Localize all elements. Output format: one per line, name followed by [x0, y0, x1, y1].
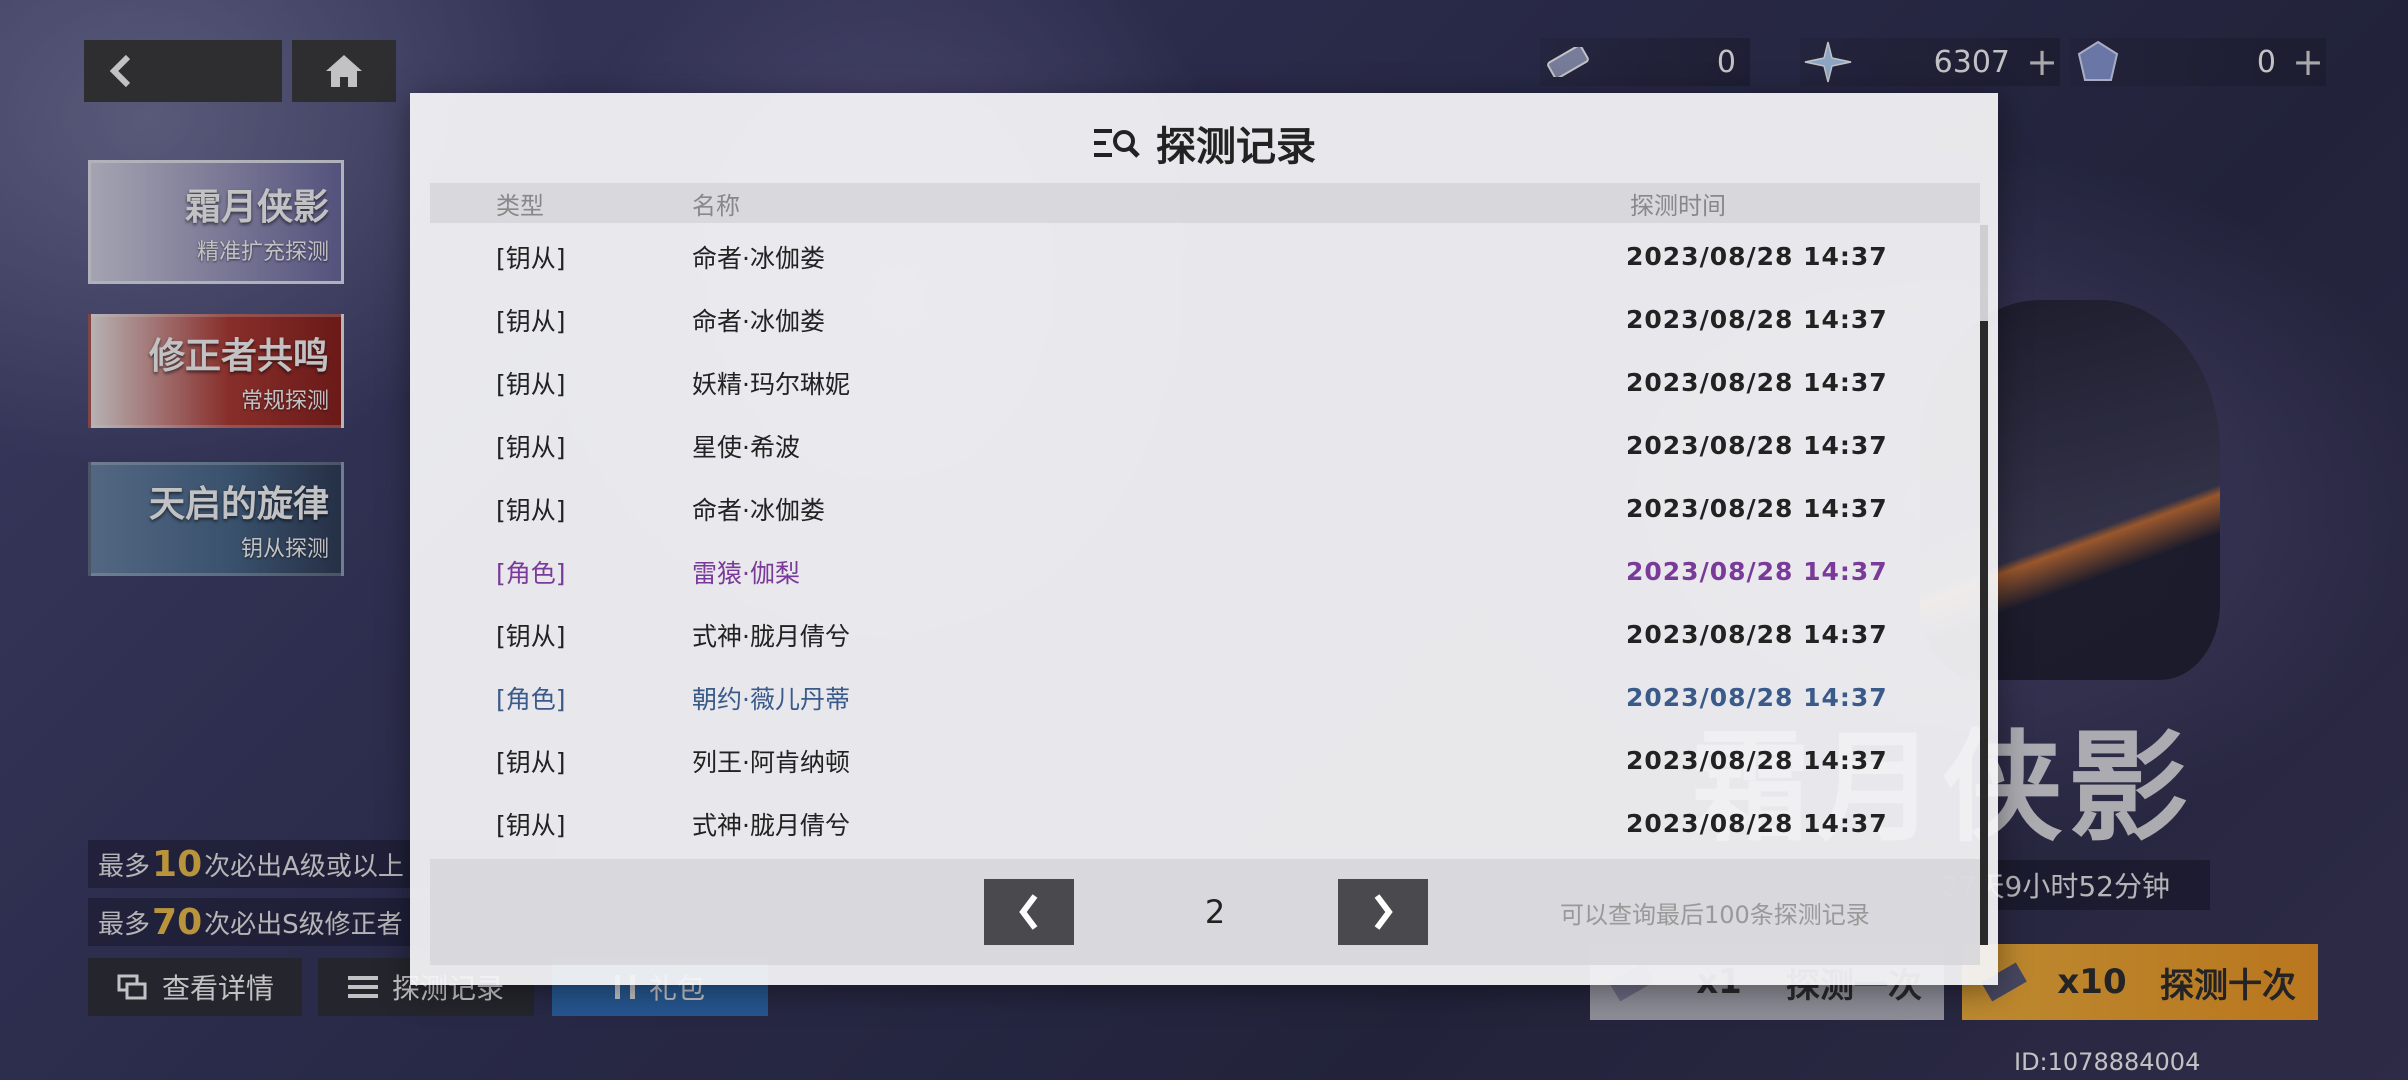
next-page-button[interactable]: [1338, 879, 1428, 945]
search-list-icon: [1094, 129, 1140, 158]
table-row: [角色] 雷猿·伽梨 2023/08/28 14:37: [496, 557, 1888, 588]
table-row: [钥从] 星使·希波 2023/08/28 14:37: [496, 431, 1888, 462]
table-row: [钥从] 式神·胧月倩兮 2023/08/28 14:37: [496, 809, 1888, 840]
record-list[interactable]: [钥从] 命者·冰伽娄 2023/08/28 14:37 [钥从] 命者·冰伽娄…: [430, 225, 1980, 945]
record-limit-note: 可以查询最后100条探测记录: [1560, 900, 1870, 929]
scrollbar-thumb[interactable]: [1980, 321, 1988, 945]
table-row: [钥从] 命者·冰伽娄 2023/08/28 14:37: [496, 305, 1888, 336]
table-row: [钥从] 列王·阿肯纳顿 2023/08/28 14:37: [496, 746, 1888, 777]
chevron-left-icon: [1019, 894, 1038, 930]
header-time: 探测时间: [1630, 191, 1726, 220]
pagination-bar: 2 可以查询最后100条探测记录: [430, 859, 1980, 965]
page-number: 2: [1204, 893, 1226, 931]
table-header: 类型 名称 探测时间: [430, 183, 1980, 223]
header-name: 名称: [692, 191, 740, 220]
prev-page-button[interactable]: [984, 879, 1074, 945]
table-row: [钥从] 命者·冰伽娄 2023/08/28 14:37: [496, 242, 1888, 273]
chevron-right-icon: [1374, 894, 1393, 930]
header-type: 类型: [496, 191, 544, 220]
detection-record-modal: 探测记录 类型 名称 探测时间 [钥从] 命者·冰伽娄 2023/08/28 1…: [410, 93, 1998, 985]
modal-title: 探测记录: [410, 113, 1998, 173]
table-row: [角色] 朝约·薇儿丹蒂 2023/08/28 14:37: [496, 683, 1888, 714]
table-row: [钥从] 命者·冰伽娄 2023/08/28 14:37: [496, 494, 1888, 525]
table-row: [钥从] 式神·胧月倩兮 2023/08/28 14:37: [496, 620, 1888, 651]
scrollbar[interactable]: [1980, 225, 1988, 945]
table-row: [钥从] 妖精·玛尔琳妮 2023/08/28 14:37: [496, 368, 1888, 399]
